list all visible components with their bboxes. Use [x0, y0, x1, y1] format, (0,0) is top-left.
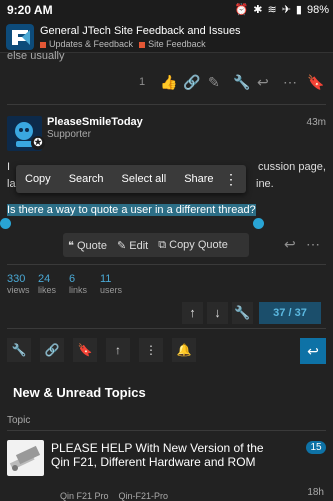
reply-icon: ↩	[307, 343, 319, 359]
battery-icon: ▮	[295, 4, 302, 16]
stat-users[interactable]: 11 users	[100, 273, 131, 295]
selected-text[interactable]: Is there a way to quote a user in a diff…	[7, 204, 256, 216]
wifi-icon: ≋	[267, 4, 277, 16]
post-divider	[7, 104, 326, 105]
wrench-icon: 🔧	[11, 343, 27, 357]
share-menu-item[interactable]: Share	[175, 173, 222, 185]
topic-navigation: ↑ ↓ 🔧 37 / 37	[182, 302, 326, 324]
stats-divider	[7, 264, 326, 265]
text-selection-menu: Copy Search Select all Share ⋮	[16, 165, 246, 193]
list-divider	[7, 430, 326, 431]
quote-icon: ❝	[68, 239, 74, 252]
nav-admin-button[interactable]: 🔧	[232, 302, 253, 324]
edit-button[interactable]: ✎ Edit	[112, 239, 153, 252]
battery-percent: 98%	[306, 3, 329, 16]
notifications-button[interactable]: 🔔	[172, 338, 196, 362]
link-icon[interactable]: 🔗	[183, 74, 200, 91]
topic-header: General JTech Site Feedback and Issues U…	[0, 22, 333, 53]
wrench-icon: 🔧	[234, 305, 251, 320]
bookmark-icon: 🔖	[77, 343, 93, 357]
topic-thumbnail[interactable]	[7, 440, 44, 476]
post-body-line1-end: cussion page,	[258, 161, 326, 173]
like-count: 1	[139, 76, 146, 88]
bookmark-icon[interactable]: 🔖	[307, 74, 324, 91]
bluetooth-icon: ✱	[253, 4, 263, 16]
search-menu-item[interactable]: Search	[60, 173, 113, 185]
footer-divider	[7, 328, 326, 329]
bell-icon: 🔔	[176, 343, 192, 357]
post-more-icon[interactable]: ⋯	[306, 236, 320, 253]
quote-button[interactable]: ❝ Quote	[63, 239, 112, 252]
admin-wrench-button[interactable]: 🔧	[7, 338, 31, 362]
post-body-line1-start: I	[7, 161, 11, 173]
topic-footer-buttons: 🔧 🔗 🔖 ↑ ⋮ 🔔 ↩	[7, 338, 326, 364]
reply-icon[interactable]: ↩	[257, 74, 269, 91]
topic-title[interactable]: General JTech Site Feedback and Issues	[40, 25, 241, 37]
more-options-button[interactable]: ⋮	[139, 338, 163, 362]
arrow-down-icon: ↓	[214, 305, 221, 320]
previous-post-actions: 1 👍 🔗 ✎ 🔧 ↩ ⋯ 🔖	[0, 74, 333, 98]
status-icons: ⏰ ✱ ≋ ✈ ▮ 98%	[234, 3, 329, 17]
copy-menu-item[interactable]: Copy	[16, 173, 60, 185]
post-reply-icon[interactable]: ↩	[284, 236, 296, 253]
select-all-menu-item[interactable]: Select all	[113, 173, 176, 185]
selection-end-handle[interactable]	[253, 218, 264, 229]
nav-down-button[interactable]: ↓	[207, 302, 228, 324]
more-vertical-icon: ⋮	[145, 343, 157, 357]
flair-badge-icon: ✪	[31, 136, 45, 150]
topic-age: 18h	[307, 487, 324, 498]
wrench-icon[interactable]: 🔧	[233, 74, 250, 91]
link-icon: 🔗	[44, 343, 60, 357]
edit-pencil-icon[interactable]: ✎	[208, 74, 220, 91]
like-icon[interactable]: 👍	[160, 74, 177, 91]
more-horizontal-icon[interactable]: ⋯	[283, 74, 297, 91]
share-link-button[interactable]: 🔗	[40, 338, 64, 362]
stat-views[interactable]: 330 views	[7, 273, 38, 295]
copy-quote-button[interactable]: ⧉ Copy Quote	[153, 239, 233, 252]
alarm-icon: ⏰	[234, 4, 249, 16]
pencil-icon: ✎	[116, 239, 127, 252]
post-username[interactable]: PleaseSmileToday	[47, 116, 143, 128]
unread-count-badge[interactable]: 15	[306, 441, 326, 454]
previous-post-text: else usually	[7, 50, 65, 62]
copy-icon: ⧉	[158, 238, 167, 251]
nav-up-button[interactable]: ↑	[182, 302, 203, 324]
post-progress[interactable]: 37 / 37	[259, 302, 321, 324]
topic-column-header: Topic	[7, 415, 31, 426]
post-body-line2-start: la	[7, 178, 16, 190]
topic-stats: 330 views 24 likes 6 links 11 users	[7, 273, 131, 295]
reply-button[interactable]: ↩	[300, 338, 326, 364]
status-bar: 9:20 AM ⏰ ✱ ≋ ✈ ▮ 98%	[0, 0, 333, 22]
airplane-icon: ✈	[281, 4, 291, 16]
category-site-feedback[interactable]: Site Feedback	[139, 39, 206, 49]
arrow-up-icon: ↑	[189, 305, 196, 320]
stat-links[interactable]: 6 links	[69, 273, 100, 295]
bookmark-button[interactable]: 🔖	[73, 338, 97, 362]
more-vertical-icon[interactable]: ⋮	[224, 171, 238, 188]
site-logo[interactable]	[6, 24, 34, 50]
stat-likes[interactable]: 24 likes	[38, 273, 69, 295]
share-up-icon: ↑	[115, 343, 121, 357]
quote-toolbar: ❝ Quote ✎ Edit ⧉ Copy Quote	[63, 233, 249, 257]
selection-start-handle[interactable]	[0, 218, 11, 229]
post-user-title: Supporter	[47, 129, 91, 140]
category-breadcrumb: Updates & Feedback Site Feedback	[40, 39, 206, 49]
category-updates[interactable]: Updates & Feedback	[40, 39, 133, 49]
status-time: 9:20 AM	[7, 3, 53, 17]
post-body-line2-end: ine.	[256, 178, 274, 190]
share-up-button[interactable]: ↑	[106, 338, 130, 362]
topic-link[interactable]: PLEASE HELP With New Version of the Qin …	[51, 441, 271, 469]
post-age[interactable]: 43m	[307, 117, 326, 128]
new-unread-title: New & Unread Topics	[13, 385, 146, 400]
